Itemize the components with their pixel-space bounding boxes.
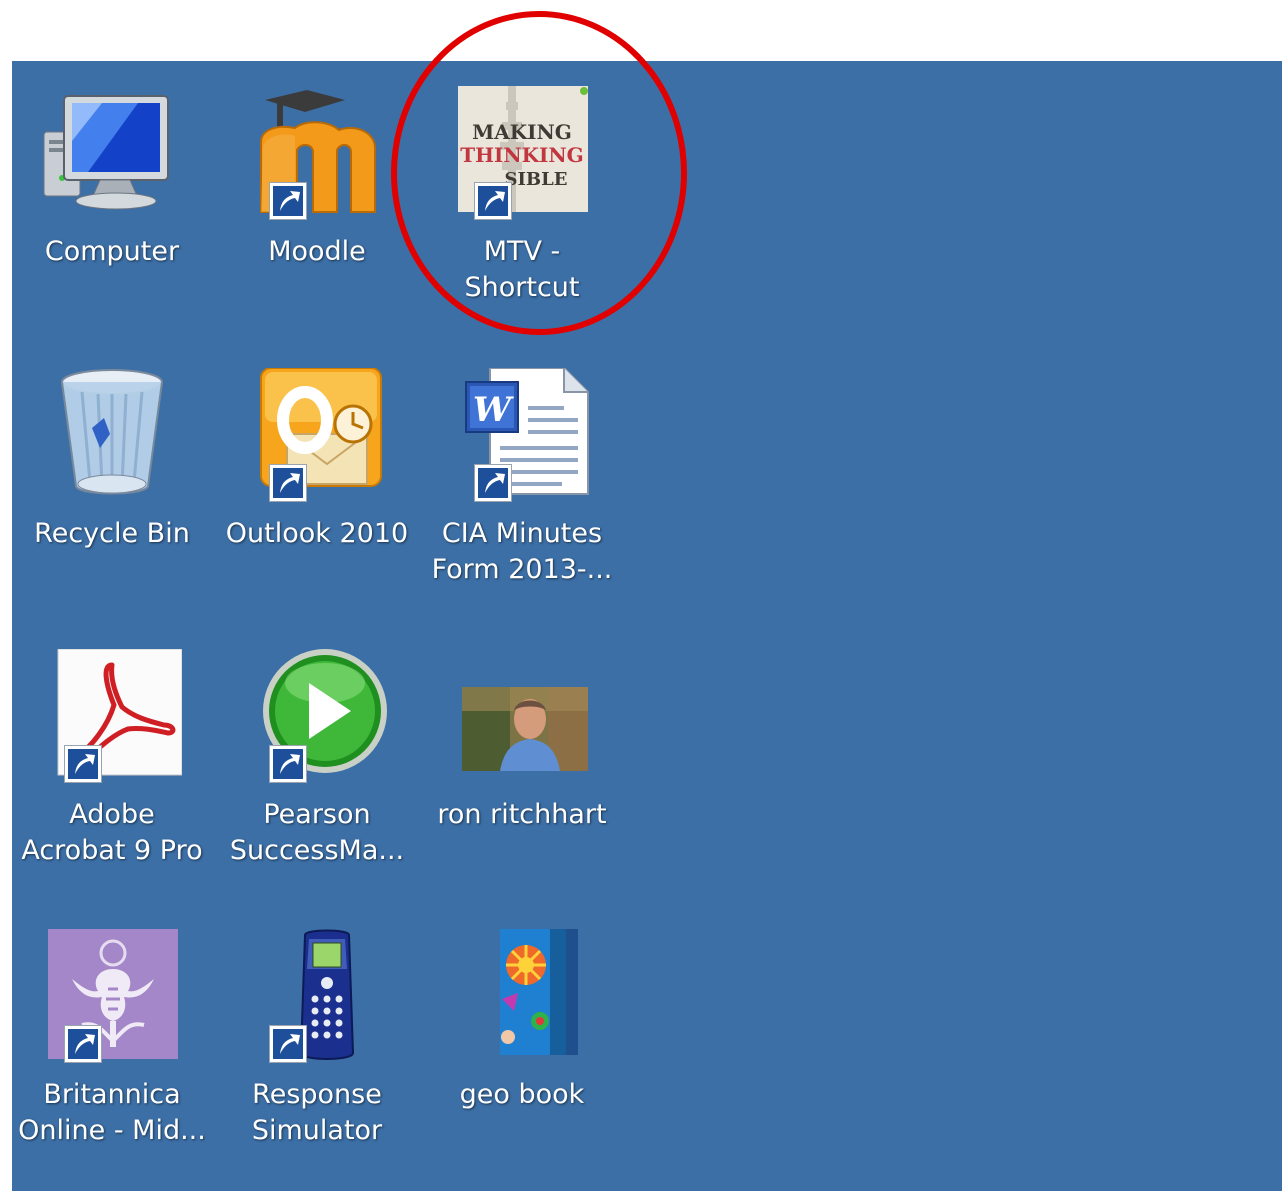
britannica-thistle-icon [42, 929, 182, 1069]
desktop-icon-ron-ritchhart[interactable]: ron ritchhart [422, 649, 622, 833]
pearson-play-icon [247, 649, 387, 789]
icon-label: Response Simulator [251, 1079, 383, 1146]
desktop-icon-geo-book[interactable]: geo book [422, 929, 622, 1113]
icon-label: Computer [44, 236, 180, 267]
desktop-icon-britannica-online[interactable]: Britannica Online - Mid... [12, 929, 212, 1149]
icon-label: Adobe Acrobat 9 Pro [21, 799, 203, 866]
shortcut-arrow-icon [269, 464, 307, 502]
adobe-acrobat-icon [42, 648, 183, 789]
computer-icon [42, 86, 182, 226]
word-document-icon: W [452, 367, 592, 508]
desktop-icon-recycle-bin[interactable]: Recycle Bin [12, 368, 212, 552]
book-title-line-2: THINKING [460, 143, 584, 167]
moodle-icon [247, 86, 387, 226]
shortcut-arrow-icon [64, 745, 102, 783]
shortcut-arrow-icon [269, 745, 307, 783]
response-clicker-icon [247, 929, 387, 1069]
svg-text:W: W [473, 390, 514, 430]
book-title-line-3: SIBLE [504, 169, 567, 190]
icon-label: Britannica Online - Mid... [18, 1079, 206, 1146]
desktop-icon-pearson-successmaker[interactable]: Pearson SuccessMa... [217, 649, 417, 869]
book-title-line-1: MAKING [472, 120, 572, 144]
desktop-icon-outlook-2010[interactable]: Outlook 2010 [217, 367, 417, 552]
icon-label: Pearson SuccessMa... [229, 799, 405, 866]
desktop-icon-mtv-shortcut[interactable]: MAKING THINKING SIBLE MTV - Shortcut [422, 86, 622, 306]
shortcut-arrow-icon [474, 182, 512, 220]
desktop: Computer Moodle MAKING THINKING SIBLE MT… [12, 61, 1282, 1191]
icon-label: ron ritchhart [437, 799, 607, 830]
shortcut-arrow-icon [64, 1025, 102, 1063]
icon-label: Recycle Bin [34, 518, 190, 549]
desktop-icon-adobe-acrobat[interactable]: Adobe Acrobat 9 Pro [12, 648, 212, 869]
icon-label: Moodle [268, 236, 366, 267]
photo-thumbnail-icon [452, 649, 592, 789]
shortcut-arrow-icon [269, 182, 307, 220]
icon-label: CIA Minutes Form 2013-... [431, 518, 613, 585]
geo-book-cover-icon [452, 929, 592, 1069]
icon-label: Outlook 2010 [225, 518, 409, 549]
making-thinking-visible-book-icon: MAKING THINKING SIBLE [452, 86, 592, 226]
outlook-icon [247, 367, 387, 508]
icon-label: MTV - Shortcut [464, 236, 580, 303]
desktop-icon-cia-minutes-form[interactable]: W CIA Minutes Form 2013-... [422, 367, 622, 588]
desktop-icon-computer[interactable]: Computer [12, 86, 212, 270]
shortcut-arrow-icon [269, 1025, 307, 1063]
recycle-bin-icon [42, 368, 182, 508]
desktop-icon-moodle[interactable]: Moodle [217, 86, 417, 270]
desktop-icon-response-simulator[interactable]: Response Simulator [217, 929, 417, 1149]
shortcut-arrow-icon [474, 464, 512, 502]
icon-label: geo book [459, 1079, 585, 1110]
